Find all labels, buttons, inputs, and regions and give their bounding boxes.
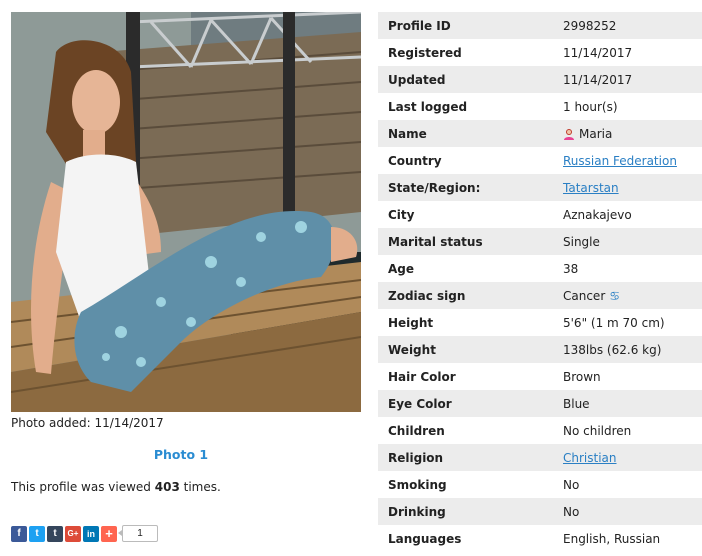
profile-field-value: Single xyxy=(553,228,702,255)
profile-field-label: Weight xyxy=(378,336,553,363)
profile-field-value: 11/14/2017 xyxy=(553,66,702,93)
profile-row: Registered 11/14/2017 xyxy=(378,39,702,66)
profile-value-text: No xyxy=(563,477,580,492)
profile-field-label: Updated xyxy=(378,66,553,93)
profile-field-value: 2998252 xyxy=(553,12,702,39)
photo-added-date: Photo added: 11/14/2017 xyxy=(11,416,164,430)
twitter-share-icon[interactable]: t xyxy=(29,525,45,542)
share-count: 1 xyxy=(118,525,158,542)
profile-row: Country Russian Federation xyxy=(378,147,702,174)
profile-field-value: Blue xyxy=(553,390,702,417)
profile-field-value: No children xyxy=(553,417,702,444)
profile-row: Marital status Single xyxy=(378,228,702,255)
profile-field-label: Zodiac sign xyxy=(378,282,553,309)
profile-field-value: Tatarstan xyxy=(553,174,702,201)
profile-row: Children No children xyxy=(378,417,702,444)
profile-value-text: Single xyxy=(563,234,600,249)
profile-photo[interactable] xyxy=(11,12,361,412)
profile-row: Last logged 1 hour(s) xyxy=(378,93,702,120)
profile-field-value: 38 xyxy=(553,255,702,282)
views-suffix: times. xyxy=(183,480,221,494)
profile-row: Languages English, Russian xyxy=(378,525,702,552)
profile-field-value: Russian Federation xyxy=(553,147,702,174)
profile-row: Eye Color Blue xyxy=(378,390,702,417)
profile-field-value: English, Russian xyxy=(553,525,702,552)
profile-value-link[interactable]: Christian xyxy=(563,451,617,465)
profile-row: Hair Color Brown xyxy=(378,363,702,390)
profile-row: Smoking No xyxy=(378,471,702,498)
profile-value-text: No xyxy=(563,504,580,519)
profile-field-label: Children xyxy=(378,417,553,444)
more-share-icon[interactable]: + xyxy=(101,525,117,542)
profile-views-text: This profile was viewed 403 times. xyxy=(11,480,221,494)
profile-value-text: Brown xyxy=(563,369,601,384)
profile-field-label: Hair Color xyxy=(378,363,553,390)
profile-row: Drinking No xyxy=(378,498,702,525)
profile-row: Zodiac sign Cancer ♋ xyxy=(378,282,702,309)
profile-row: City Aznakajevo xyxy=(378,201,702,228)
female-user-icon xyxy=(564,128,574,140)
profile-field-value: Christian xyxy=(553,444,702,471)
profile-field-label: Religion xyxy=(378,444,553,471)
profile-row: Weight 138lbs (62.6 kg) xyxy=(378,336,702,363)
googleplus-share-icon[interactable]: G+ xyxy=(65,525,81,542)
profile-field-label: Drinking xyxy=(378,498,553,525)
profile-info-table: Profile ID 2998252 Registered 11/14/2017 Upd… xyxy=(378,12,702,552)
profile-field-label: Eye Color xyxy=(378,390,553,417)
profile-field-label: Age xyxy=(378,255,553,282)
profile-value-text: Cancer xyxy=(563,288,606,303)
profile-value-text: Blue xyxy=(563,396,590,411)
profile-field-value: 138lbs (62.6 kg) xyxy=(553,336,702,363)
cancer-zodiac-icon: ♋ xyxy=(609,288,621,303)
profile-field-value: No xyxy=(553,471,702,498)
profile-field-value: 11/14/2017 xyxy=(553,39,702,66)
profile-field-label: State/Region: xyxy=(378,174,553,201)
profile-field-label: Name xyxy=(378,120,553,147)
profile-value-text: 11/14/2017 xyxy=(563,72,633,87)
profile-value-text: No children xyxy=(563,423,632,438)
linkedin-share-icon[interactable]: in xyxy=(83,525,99,542)
profile-value-link[interactable]: Russian Federation xyxy=(563,154,677,168)
profile-field-value: No xyxy=(553,498,702,525)
profile-field-label: Marital status xyxy=(378,228,553,255)
profile-value-link[interactable]: Tatarstan xyxy=(563,181,619,195)
profile-value-text: 38 xyxy=(563,261,579,276)
profile-field-value: Maria xyxy=(553,120,702,147)
profile-row: State/Region: Tatarstan xyxy=(378,174,702,201)
photo-1-link[interactable]: Photo 1 xyxy=(11,447,351,462)
profile-value-text: Aznakajevo xyxy=(563,207,632,222)
profile-field-value: 1 hour(s) xyxy=(553,93,702,120)
views-prefix: This profile was viewed xyxy=(11,480,151,494)
profile-row: Updated 11/14/2017 xyxy=(378,66,702,93)
profile-field-label: Smoking xyxy=(378,471,553,498)
profile-field-value: Cancer ♋ xyxy=(553,282,702,309)
profile-value-text: 11/14/2017 xyxy=(563,45,633,60)
profile-value-text: 2998252 xyxy=(563,18,617,33)
profile-row: Age 38 xyxy=(378,255,702,282)
profile-field-label: City xyxy=(378,201,553,228)
profile-field-label: Country xyxy=(378,147,553,174)
profile-field-label: Profile ID xyxy=(378,12,553,39)
profile-value-text: 138lbs (62.6 kg) xyxy=(563,342,662,357)
profile-value-text: 1 hour(s) xyxy=(563,99,618,114)
profile-row: Name Maria xyxy=(378,120,702,147)
views-count: 403 xyxy=(154,480,180,494)
profile-row: Profile ID 2998252 xyxy=(378,12,702,39)
profile-field-value: 5'6" (1 m 70 cm) xyxy=(553,309,702,336)
profile-field-value: Aznakajevo xyxy=(553,201,702,228)
tumblr-share-icon[interactable]: t xyxy=(47,525,63,542)
profile-row: Religion Christian xyxy=(378,444,702,471)
profile-field-label: Last logged xyxy=(378,93,553,120)
share-bar: f t t G+ in + 1 xyxy=(11,525,158,542)
facebook-share-icon[interactable]: f xyxy=(11,525,27,542)
profile-row: Height 5'6" (1 m 70 cm) xyxy=(378,309,702,336)
profile-field-value: Brown xyxy=(553,363,702,390)
profile-value-text: English, Russian xyxy=(563,531,661,546)
profile-field-label: Registered xyxy=(378,39,553,66)
profile-field-label: Height xyxy=(378,309,553,336)
profile-value-text: 5'6" (1 m 70 cm) xyxy=(563,315,665,330)
profile-field-label: Languages xyxy=(378,525,553,552)
profile-value-text: Maria xyxy=(579,126,613,141)
